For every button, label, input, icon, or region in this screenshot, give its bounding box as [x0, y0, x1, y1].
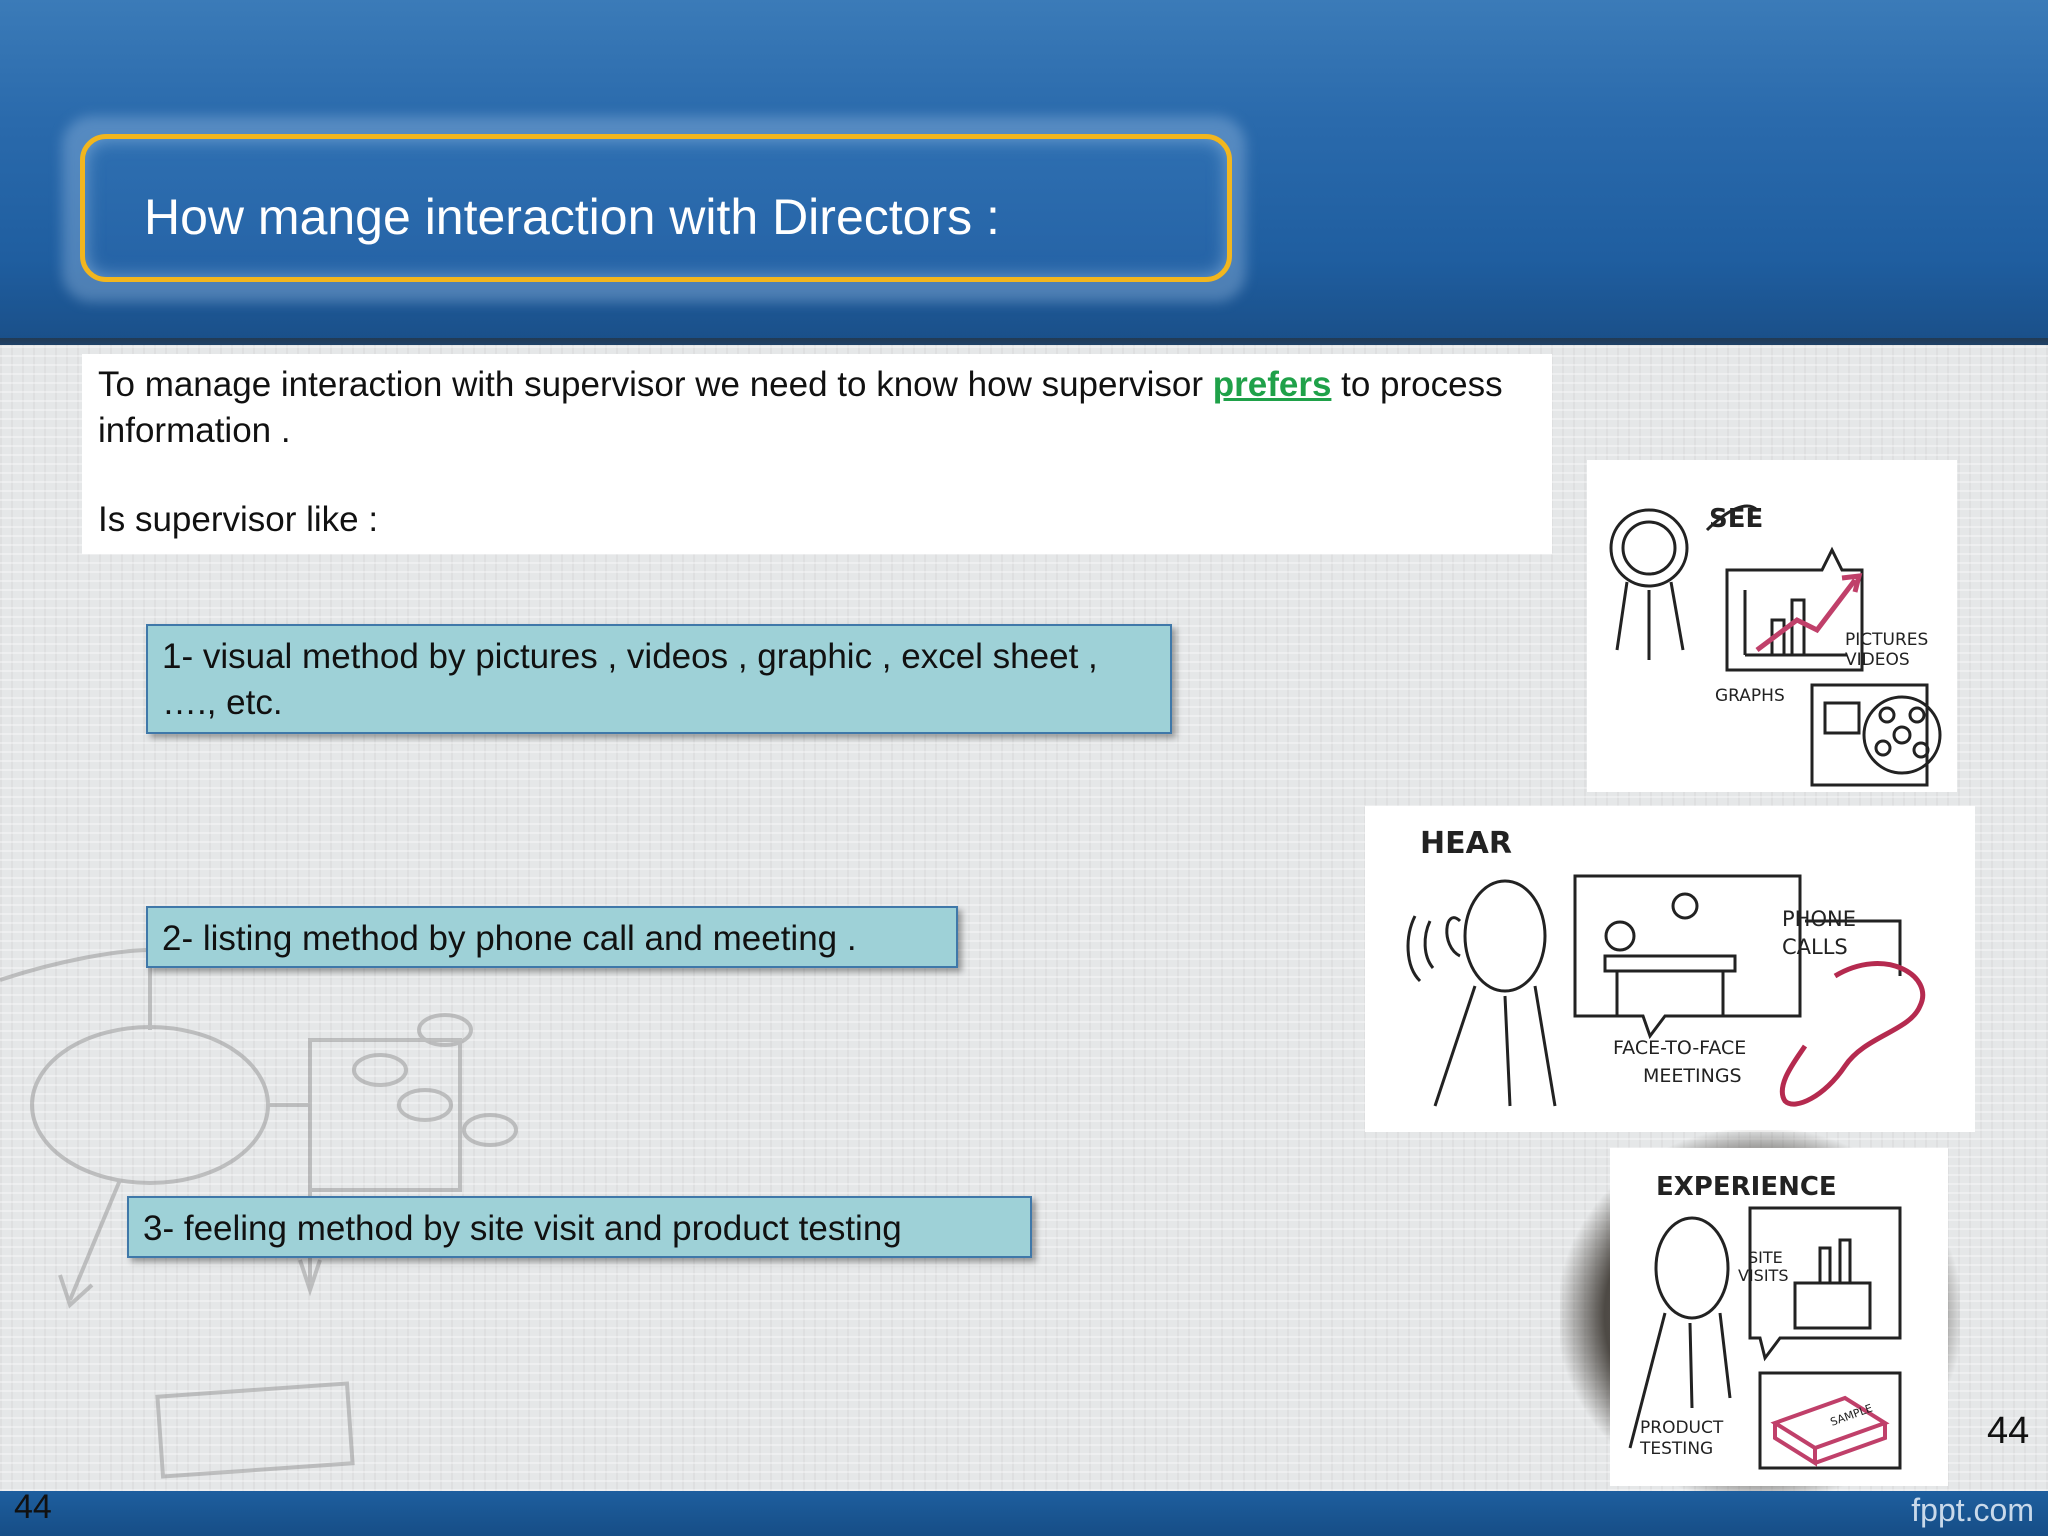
slide-title: How mange interaction with Directors :: [144, 189, 1000, 245]
experience-label-product: PRODUCT: [1640, 1418, 1724, 1438]
see-label-graphs: GRAPHS: [1715, 686, 1785, 706]
see-label-videos: VIDEOS: [1845, 650, 1910, 670]
experience-label-testing: TESTING: [1639, 1439, 1713, 1459]
hear-label-meetings: MEETINGS: [1643, 1065, 1742, 1087]
method-visual-box: 1- visual method by pictures , videos , …: [146, 624, 1172, 734]
hear-label-calls: CALLS: [1782, 935, 1848, 959]
footer-band: [0, 1491, 2048, 1536]
slide-number: 44: [1987, 1410, 2030, 1452]
experience-heading: EXPERIENCE: [1656, 1172, 1837, 1202]
method-feeling-box: 3- feeling method by site visit and prod…: [127, 1196, 1032, 1258]
hear-heading: HEAR: [1420, 826, 1512, 861]
see-illustration: SEE PICTURES VIDEOS GRAPHS: [1587, 460, 1957, 792]
experience-label-visits: VISITS: [1738, 1266, 1788, 1285]
hear-label-phone: PHONE: [1782, 907, 1856, 931]
prefers-link[interactable]: prefers: [1213, 365, 1332, 404]
slide-number-footer: 44: [14, 1488, 52, 1526]
experience-label-site: SITE: [1748, 1248, 1783, 1267]
method-listening-box: 2- listing method by phone call and meet…: [146, 906, 958, 968]
hear-illustration: HEAR PHONE CALLS FACE-TO-FACE MEETINGS: [1365, 806, 1975, 1132]
hear-label-face-to-face: FACE-TO-FACE: [1613, 1037, 1746, 1059]
see-heading: SEE: [1709, 504, 1763, 534]
experience-illustration: EXPERIENCE SITE VISITS PRODUCT TESTING S…: [1610, 1148, 1948, 1486]
see-label-pictures: PICTURES: [1845, 630, 1928, 650]
intro-text-start: To manage interaction with supervisor we…: [98, 365, 1213, 404]
intro-question: Is supervisor like :: [98, 500, 379, 539]
brand-watermark: fppt.com: [1911, 1492, 2034, 1528]
experience-label-sample: SAMPLE: [1829, 1402, 1875, 1429]
intro-paragraph: To manage interaction with supervisor we…: [98, 362, 1538, 454]
